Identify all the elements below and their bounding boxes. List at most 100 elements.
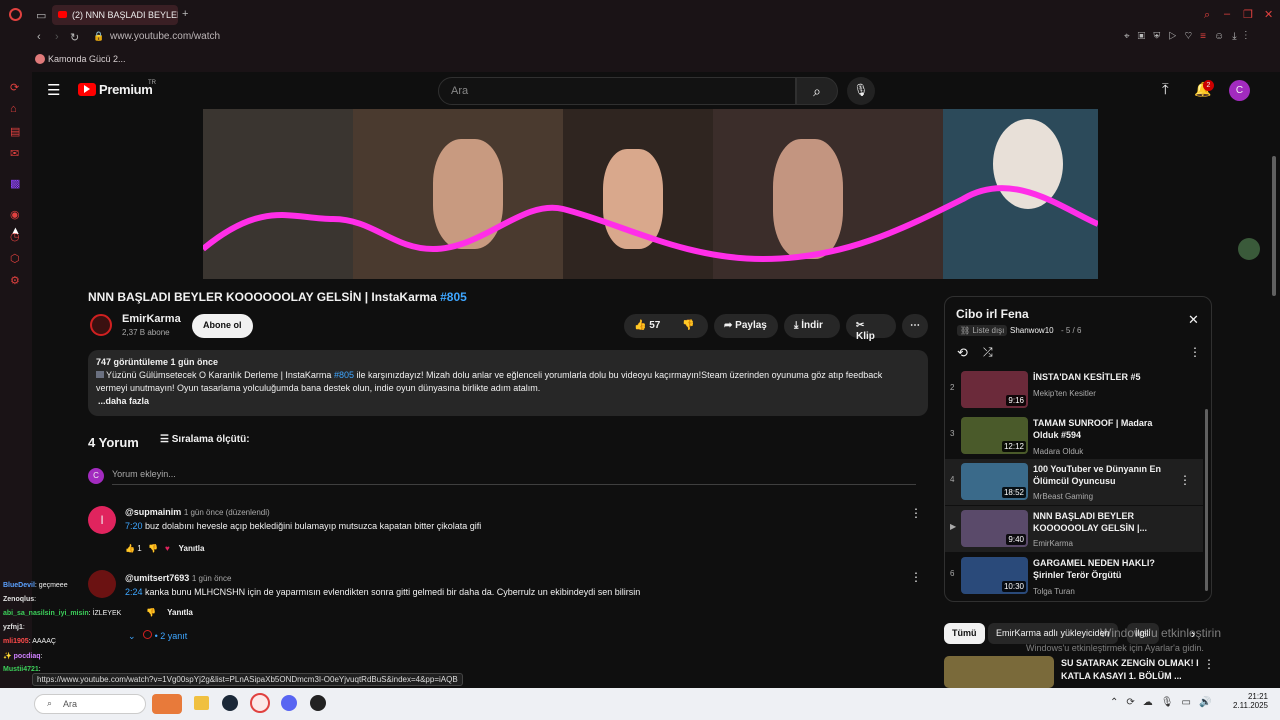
close-playlist-icon[interactable]: ✕	[1188, 312, 1199, 328]
playlist-item[interactable]: 2 9:16 İNSTA'DAN KESİTLER #5 Mekip'ten K…	[945, 367, 1203, 413]
comment-author[interactable]: @supmainim	[125, 507, 181, 517]
settings-icon[interactable]: ⚙	[10, 274, 22, 287]
browser-menu-icon[interactable]: ⋮	[1245, 31, 1256, 42]
playlist-menu-icon[interactable]: ⋮	[1189, 345, 1201, 359]
reload-icon[interactable]: ↻	[70, 31, 79, 44]
desc-hashtag[interactable]: #805	[334, 370, 354, 380]
comment-time[interactable]: 1 gün önce	[192, 574, 232, 583]
video-player[interactable]	[203, 109, 1098, 279]
play-icon[interactable]: ▷	[1168, 31, 1184, 42]
comment-menu-icon[interactable]: ⋮	[910, 506, 922, 520]
clip-button[interactable]: ✂ Klip	[846, 314, 896, 342]
sidebar-player-icon[interactable]: ◉	[10, 208, 22, 221]
comment-avatar[interactable]	[88, 570, 116, 598]
comment-menu-icon[interactable]: ⋮	[910, 570, 922, 584]
discord-icon[interactable]	[281, 695, 297, 711]
widget-icon[interactable]	[152, 694, 182, 714]
page-scrollbar[interactable]	[1272, 156, 1276, 296]
sidebar-bag-icon[interactable]: ⌂	[10, 103, 22, 115]
tray-chevron-icon[interactable]: ⌃	[1110, 697, 1126, 708]
sidebar-box-icon[interactable]: ⬡	[10, 252, 22, 265]
channel-name[interactable]: EmirKarma	[122, 313, 181, 325]
next-video-title[interactable]: SU SATARAK ZENGİN OLMAK! I KATLA KASAYI 1…	[1061, 657, 1199, 683]
tab-menu-icon[interactable]: ▭	[36, 9, 46, 22]
sidebar-refresh-icon[interactable]: ⟳	[10, 81, 22, 94]
comment-dislike-icon[interactable]: 👎	[146, 608, 156, 617]
opera-taskbar-icon[interactable]	[250, 693, 270, 713]
logo-text[interactable]: Premium	[99, 82, 153, 97]
voice-search-button[interactable]: 🎙	[847, 77, 875, 105]
playlist-item[interactable]: 6 10:30 GARGAMEL NEDEN HAKLI? Şirinler T…	[945, 553, 1203, 599]
opera-logo-icon[interactable]	[9, 8, 22, 21]
close-window-icon[interactable]: ✕	[1264, 8, 1273, 21]
system-tray[interactable]: ⌃⟳☁🎙▭🔊	[1110, 697, 1219, 708]
subscribe-button[interactable]: Abone ol	[192, 314, 253, 338]
easy-setup-icon[interactable]: ≡	[1200, 31, 1214, 42]
minimize-icon[interactable]: –	[1224, 8, 1230, 20]
like-button[interactable]: 👍 57	[634, 320, 660, 331]
comment-dislike-icon[interactable]: 👎	[148, 544, 158, 553]
comment-avatar[interactable]: I	[88, 506, 116, 534]
next-video-menu-icon[interactable]: ⋮	[1203, 657, 1215, 671]
new-tab-icon[interactable]: +	[182, 8, 188, 20]
forward-icon[interactable]: ›	[55, 31, 59, 43]
playlist-item[interactable]: 4 18:52 100 YouTuber ve Dünyanın En Ölüm…	[945, 459, 1203, 505]
sidebar-chat-icon[interactable]: ▤	[10, 125, 22, 138]
extensions-bar[interactable]: ⌖▣⛨▷♡≡☺⤓⋮	[1124, 31, 1255, 42]
chip-uploader[interactable]: EmirKarma adlı yükleyiciden	[988, 623, 1118, 644]
app-icon[interactable]	[310, 695, 326, 711]
tray-volume-icon[interactable]: 🔊	[1199, 697, 1219, 708]
reply-button[interactable]: Yanıtla	[179, 544, 205, 553]
clock[interactable]: 21:21 2.11.2025	[1232, 692, 1268, 710]
playlist-owner[interactable]: Shanwow10	[1010, 326, 1054, 335]
history-icon[interactable]: ◷	[10, 230, 22, 243]
playlist-item[interactable]: 3 12:12 TAMAM SUNROOF | Madara Olduk #59…	[945, 413, 1203, 459]
playlist-title[interactable]: Cibo irl Fena	[956, 307, 1029, 321]
video-hashtag[interactable]: #805	[440, 290, 467, 304]
tray-app-icon[interactable]: ☁	[1143, 697, 1161, 708]
heart-icon[interactable]: ♡	[1184, 31, 1200, 42]
tray-mic-icon[interactable]: 🎙	[1161, 697, 1182, 708]
sidebar-mail-icon[interactable]: ✉	[10, 147, 22, 160]
snapshot-icon[interactable]: ▣	[1138, 31, 1154, 42]
show-replies-button[interactable]: ⌄ • 2 yanıt	[128, 630, 187, 642]
reply-button[interactable]: Yanıtla	[167, 608, 193, 617]
profile-icon[interactable]: ☺	[1214, 31, 1232, 42]
menu-icon[interactable]: ☰	[47, 81, 60, 99]
upload-icon[interactable]: ⤒	[1162, 81, 1169, 98]
next-video-thumbnail[interactable]	[944, 656, 1054, 688]
tray-sync-icon[interactable]: ⟳	[1126, 697, 1142, 708]
comment-author[interactable]: @umitsert7693	[125, 573, 189, 583]
active-tab[interactable]: (2) NNN BAŞLADI BEYLER	[52, 5, 178, 25]
address-bar[interactable]: www.youtube.com/watch	[110, 31, 220, 42]
file-explorer-icon[interactable]	[194, 696, 209, 710]
loop-icon[interactable]: ⟲	[957, 345, 968, 361]
comment-like-icon[interactable]: 👍	[125, 544, 135, 553]
tray-network-icon[interactable]: ▭	[1181, 697, 1198, 708]
description-box[interactable]: 747 görüntüleme 1 gün önce Yüzünü Gülüms…	[88, 350, 928, 416]
download-icon[interactable]: ⤓	[1232, 31, 1244, 42]
back-icon[interactable]: ‹	[37, 31, 41, 43]
playlist-scrollbar[interactable]	[1205, 409, 1208, 591]
search-tabs-icon[interactable]: ⌕	[1204, 9, 1210, 22]
search-button[interactable]: ⌕	[796, 77, 838, 105]
playlist-item[interactable]: ▶ 9:40 NNN BAŞLADI BEYLER KOOOOOOLAY GEL…	[945, 506, 1203, 552]
bookmark-item[interactable]: Kamonda Gücü 2...	[48, 54, 126, 64]
maximize-icon[interactable]: ❐	[1243, 8, 1253, 21]
show-more-link[interactable]: ...daha fazla	[98, 395, 920, 408]
search-input[interactable]: Ara	[438, 77, 796, 105]
comment-timestamp-link[interactable]: 2:24	[125, 587, 143, 597]
pin-icon[interactable]: ⌖	[1124, 31, 1138, 42]
chip-all[interactable]: Tümü	[944, 623, 985, 644]
download-button[interactable]: ⤓ İndir	[784, 314, 840, 338]
shield-icon[interactable]: ⛨	[1153, 31, 1168, 42]
channel-avatar[interactable]	[90, 314, 112, 336]
channel-watermark-icon[interactable]	[1238, 238, 1260, 260]
sort-button[interactable]: ☰ Sıralama ölçütü:	[160, 434, 250, 445]
shuffle-icon[interactable]: ⤮	[983, 345, 993, 360]
steam-icon[interactable]	[222, 695, 238, 711]
share-button[interactable]: ➦ Paylaş	[714, 314, 778, 338]
comment-timestamp-link[interactable]: 7:20	[125, 521, 143, 531]
dislike-button[interactable]: 👎	[682, 320, 694, 331]
comment-time[interactable]: 1 gün önce (düzenlendi)	[184, 508, 270, 517]
